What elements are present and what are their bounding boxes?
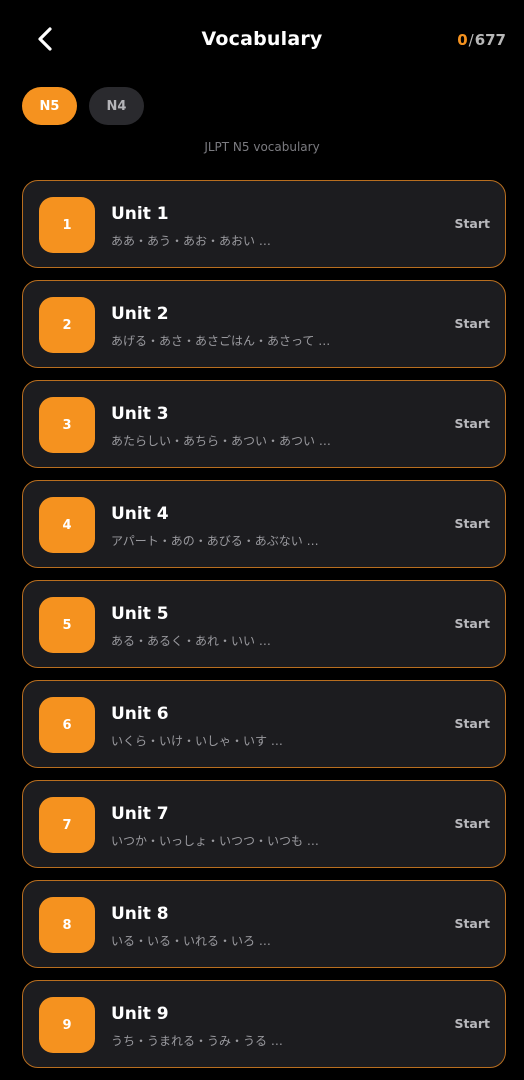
progress-counter: 0/677 xyxy=(457,31,506,49)
unit-title: Unit 4 xyxy=(111,504,169,524)
page-title: Vocabulary xyxy=(201,28,323,50)
unit-card-2[interactable]: 2 Unit 2 あげる・あさ・あさごはん・あさって … Start xyxy=(22,280,506,368)
level-description: JLPT N5 vocabulary xyxy=(204,140,320,154)
start-button[interactable]: Start xyxy=(454,216,490,231)
unit-card-3[interactable]: 3 Unit 3 あたらしい・あちら・あつい・あつい … Start xyxy=(22,380,506,468)
unit-card-8[interactable]: 8 Unit 8 いる・いる・いれる・いろ … Start xyxy=(22,880,506,968)
level-tab-n5[interactable]: N5 xyxy=(22,87,77,125)
unit-title: Unit 2 xyxy=(111,304,169,324)
app-header: Vocabulary 0/677 xyxy=(0,0,524,80)
unit-words-preview: いくら・いけ・いしゃ・いす … xyxy=(111,734,283,748)
unit-number-badge: 1 xyxy=(39,197,95,253)
unit-title: Unit 3 xyxy=(111,404,169,424)
start-button[interactable]: Start xyxy=(454,516,490,531)
unit-title: Unit 6 xyxy=(111,704,169,724)
unit-card-9[interactable]: 9 Unit 9 うち・うまれる・うみ・うる … Start xyxy=(22,980,506,1068)
start-button[interactable]: Start xyxy=(454,716,490,731)
unit-list: 1 Unit 1 ああ・あう・あお・あおい … Start 2 Unit 2 あ… xyxy=(22,180,506,1080)
progress-separator: / xyxy=(468,31,474,49)
unit-words-preview: いる・いる・いれる・いろ … xyxy=(111,934,271,948)
unit-number-badge: 8 xyxy=(39,897,95,953)
unit-number-badge: 4 xyxy=(39,497,95,553)
unit-words-preview: ある・あるく・あれ・いい … xyxy=(111,634,271,648)
unit-words-preview: あたらしい・あちら・あつい・あつい … xyxy=(111,434,331,448)
unit-number-badge: 7 xyxy=(39,797,95,853)
unit-words-preview: うち・うまれる・うみ・うる … xyxy=(111,1034,283,1048)
start-button[interactable]: Start xyxy=(454,916,490,931)
start-button[interactable]: Start xyxy=(454,1016,490,1031)
unit-card-4[interactable]: 4 Unit 4 アパート・あの・あびる・あぶない … Start xyxy=(22,480,506,568)
unit-number-badge: 5 xyxy=(39,597,95,653)
unit-card-5[interactable]: 5 Unit 5 ある・あるく・あれ・いい … Start xyxy=(22,580,506,668)
unit-title: Unit 8 xyxy=(111,904,169,924)
progress-total: 677 xyxy=(474,31,506,49)
unit-number-badge: 3 xyxy=(39,397,95,453)
unit-number-badge: 6 xyxy=(39,697,95,753)
unit-title: Unit 5 xyxy=(111,604,169,624)
unit-card-1[interactable]: 1 Unit 1 ああ・あう・あお・あおい … Start xyxy=(22,180,506,268)
unit-words-preview: あげる・あさ・あさごはん・あさって … xyxy=(111,334,331,348)
level-tab-n4[interactable]: N4 xyxy=(89,87,144,125)
unit-title: Unit 9 xyxy=(111,1004,169,1024)
unit-words-preview: アパート・あの・あびる・あぶない … xyxy=(111,534,319,548)
unit-card-7[interactable]: 7 Unit 7 いつか・いっしょ・いつつ・いつも … Start xyxy=(22,780,506,868)
start-button[interactable]: Start xyxy=(454,616,490,631)
unit-title: Unit 7 xyxy=(111,804,169,824)
start-button[interactable]: Start xyxy=(454,416,490,431)
start-button[interactable]: Start xyxy=(454,816,490,831)
unit-words-preview: ああ・あう・あお・あおい … xyxy=(111,234,271,248)
unit-title: Unit 1 xyxy=(111,204,169,224)
unit-number-badge: 9 xyxy=(39,997,95,1053)
progress-done: 0 xyxy=(457,31,468,49)
unit-words-preview: いつか・いっしょ・いつつ・いつも … xyxy=(111,834,319,848)
unit-number-badge: 2 xyxy=(39,297,95,353)
unit-card-6[interactable]: 6 Unit 6 いくら・いけ・いしゃ・いす … Start xyxy=(22,680,506,768)
start-button[interactable]: Start xyxy=(454,316,490,331)
level-selector: N5 N4 xyxy=(22,87,144,125)
